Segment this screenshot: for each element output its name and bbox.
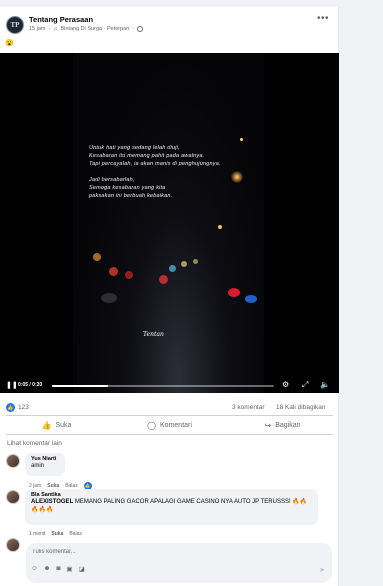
comment-bubble: Yus Niarti amin: [25, 453, 65, 476]
share-label: Bagikan: [275, 421, 301, 429]
post-time[interactable]: 15 jam: [29, 26, 46, 32]
see-more-comments-link[interactable]: Lihat komentar lain: [7, 440, 62, 447]
comment-button[interactable]: ◯ Komentari: [113, 416, 226, 434]
post-emoji: 😮: [5, 40, 14, 47]
quote-line: Tapi percayalah, ia akan manis di penghu…: [89, 161, 221, 167]
post-card: TP Tentang Perasaan 15 jam · ♫ Bintang D…: [0, 7, 339, 586]
video-progress-fill: [52, 385, 108, 387]
comment-input[interactable]: [32, 546, 232, 558]
pause-icon[interactable]: ❚❚: [6, 381, 18, 389]
settings-gear-icon[interactable]: ⚙: [282, 380, 289, 389]
comment-like-button[interactable]: Suka: [51, 531, 63, 537]
send-icon[interactable]: ➤: [319, 566, 325, 574]
divider: [6, 434, 333, 435]
user-avatar[interactable]: [6, 538, 20, 552]
page-name[interactable]: Tentang Perasaan: [29, 15, 93, 24]
fullscreen-icon[interactable]: ⤢: [302, 380, 308, 390]
bokeh-light: [93, 253, 101, 261]
quote-line: Untuk hati yang sedang lelah diuji,: [89, 145, 180, 151]
bokeh-light: [125, 271, 133, 279]
quote-line: Semoga kesabaran yang kita: [89, 185, 166, 191]
thumbs-up-icon: 👍: [41, 420, 52, 430]
video-controls: ❚❚ 0:05 / 0:20 ⚙ ⤢ 🔈: [0, 378, 339, 393]
comment-composer: ☺ ☻ ◙ ▣ ◪ ➤: [26, 543, 332, 583]
share-button[interactable]: ↪ Bagikan: [226, 416, 339, 434]
bokeh-light: [159, 275, 168, 284]
comment-label: Komentari: [160, 421, 192, 429]
comment-bubble-icon: ◯: [147, 420, 157, 430]
bokeh-light: [101, 293, 117, 303]
globe-icon: [137, 26, 144, 32]
bokeh-light: [169, 265, 176, 272]
commenter-avatar[interactable]: [6, 454, 20, 468]
more-options-icon[interactable]: •••: [317, 13, 329, 24]
video-signature: Tentan: [143, 331, 164, 338]
video-quote: Untuk hati yang sedang lelah diuji, Kesa…: [89, 144, 259, 208]
bokeh-light: [240, 138, 243, 141]
camera-icon[interactable]: ◙: [56, 565, 60, 573]
page-avatar-text: TP: [10, 21, 20, 29]
emoji-icon[interactable]: ☻: [44, 565, 51, 573]
bokeh-light: [181, 261, 187, 267]
bokeh-light: [193, 259, 198, 264]
share-count[interactable]: 18 Kali dibagikan: [276, 404, 326, 411]
comment-meta: 1 menit Suka Balas: [29, 531, 82, 537]
quote-line: Kesabaran itu memang pahit pada awalnya.: [89, 153, 205, 159]
page-avatar[interactable]: TP: [6, 16, 24, 34]
post-actions: 👍 Suka ◯ Komentari ↪ Bagikan: [0, 416, 339, 434]
comment-text: ALEXISTOGEL MEMANG PALING GACOR APALAGI …: [31, 498, 312, 514]
avatar-sticker-icon[interactable]: ☺: [31, 565, 38, 573]
sticker-icon[interactable]: ◪: [79, 565, 85, 573]
comment-bubble: Bla Santika ALEXISTOGEL MEMANG PALING GA…: [25, 489, 318, 525]
song-name[interactable]: Bintang Di Surga · Peterpan: [60, 26, 129, 32]
video-progress-bar[interactable]: [52, 385, 274, 387]
volume-icon[interactable]: 🔈: [320, 380, 330, 389]
composer-icons: ☺ ☻ ◙ ▣ ◪: [31, 565, 85, 573]
bokeh-light: [109, 267, 118, 276]
video-frame: Untuk hati yang sedang lelah diuji, Kesa…: [73, 53, 264, 393]
bokeh-light: [245, 295, 257, 303]
comment-reply-button[interactable]: Balas: [69, 531, 82, 537]
bokeh-light: [228, 288, 240, 297]
comment-text: amin: [31, 463, 45, 469]
video-player[interactable]: Untuk hati yang sedang lelah diuji, Kesa…: [0, 53, 339, 393]
post-meta: 15 jam · ♫ Bintang Di Surga · Peterpan ·: [29, 26, 144, 32]
comment-time[interactable]: 1 menit: [29, 531, 45, 537]
comment-mention[interactable]: ALEXISTOGEL: [31, 499, 73, 505]
comment-count[interactable]: 3 komentar: [232, 404, 265, 411]
share-arrow-icon: ↪: [264, 420, 272, 430]
gif-icon[interactable]: ▣: [66, 565, 72, 573]
like-reaction-icon: 👍: [6, 403, 15, 412]
quote-line: paksakan ini berbuah kebaikan.: [89, 193, 173, 199]
post-header: TP Tentang Perasaan 15 jam · ♫ Bintang D…: [0, 7, 339, 47]
bokeh-light: [218, 225, 222, 229]
quote-line: Jadi bersabarlah,: [89, 177, 135, 183]
like-label: Suka: [55, 421, 72, 429]
like-count[interactable]: 123: [18, 404, 29, 411]
music-note-icon: ♫: [53, 26, 58, 32]
comment-body: MEMANG PALING GACOR APALAGI GAME CASINO …: [31, 499, 308, 513]
video-time: 0:05 / 0:20: [18, 382, 43, 388]
like-button[interactable]: 👍 Suka: [0, 416, 113, 434]
commenter-avatar[interactable]: [6, 490, 20, 504]
separator: ·: [132, 26, 135, 32]
separator: ·: [48, 26, 51, 32]
